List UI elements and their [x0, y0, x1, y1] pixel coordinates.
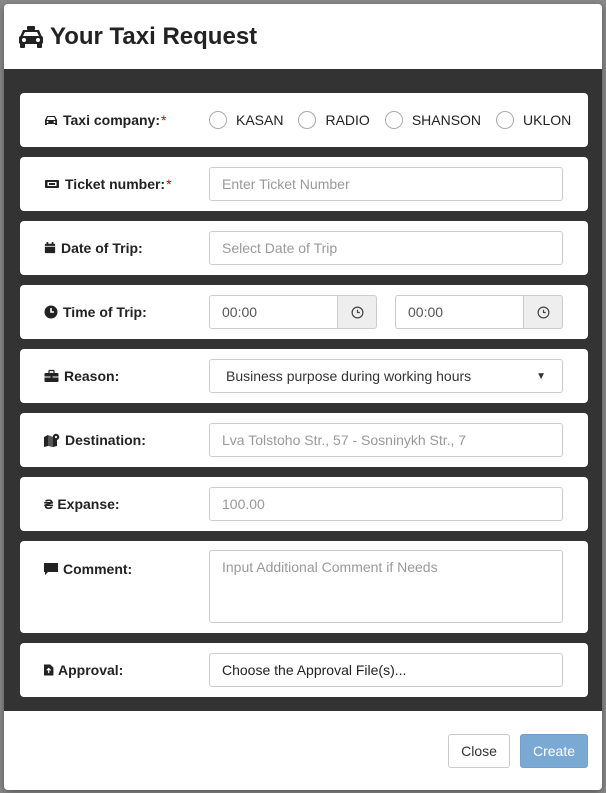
clock-icon [351, 306, 363, 318]
calendar-icon [44, 242, 56, 254]
ticket-number-row: Ticket number: * [20, 157, 588, 211]
ticket-icon [45, 180, 59, 188]
date-of-trip-input[interactable] [209, 231, 563, 265]
radio-radio[interactable]: RADIO [298, 111, 370, 129]
radio-shanson-circle[interactable] [384, 111, 403, 129]
reason-label: Reason: [20, 368, 209, 384]
file-upload-icon [44, 664, 54, 676]
car-icon [45, 116, 57, 125]
briefcase-icon [44, 369, 59, 382]
radio-kasan-circle[interactable] [209, 111, 227, 129]
time-to-input[interactable]: 00:00 [395, 295, 523, 329]
comment-label-text: Comment: [63, 561, 133, 577]
comment-label: Comment: [20, 541, 209, 577]
comment-icon [44, 563, 58, 575]
time-from-group: 00:00 [209, 295, 377, 329]
time-of-trip-label: Time of Trip: [20, 304, 209, 320]
radio-shanson[interactable]: SHANSON [384, 111, 482, 129]
modal-title: Your Taxi Request [18, 23, 257, 51]
reason-label-text: Reason: [64, 368, 120, 384]
ticket-number-label: Ticket number: * [20, 176, 209, 192]
time-of-trip-row: Time of Trip: 00:00 00:00 [20, 285, 588, 339]
time-to-group: 00:00 [395, 295, 563, 329]
time-of-trip-label-text: Time of Trip: [63, 304, 147, 320]
hryvnia-icon: ₴ [44, 496, 54, 512]
taxi-company-label: Taxi company: * [20, 112, 209, 128]
destination-label: Destination: [20, 432, 209, 448]
modal-header: Your Taxi Request [4, 4, 602, 69]
comment-textarea[interactable] [209, 550, 563, 623]
taxi-company-row: Taxi company: * KASAN RADIO SHANSON UKLON [20, 93, 588, 147]
approval-file-picker[interactable]: Choose the Approval File(s)... [209, 653, 563, 687]
taxi-request-modal: Your Taxi Request Taxi company: * KASAN R… [4, 4, 602, 790]
approval-row: Approval: Choose the Approval File(s)... [20, 643, 588, 697]
destination-row: Destination: [20, 413, 588, 467]
taxi-company-label-text: Taxi company: [63, 112, 160, 128]
radio-shanson-label: SHANSON [411, 112, 482, 128]
required-mark: * [161, 112, 167, 128]
taxi-icon [19, 25, 43, 48]
close-button[interactable]: Close [448, 733, 510, 768]
radio-radio-circle[interactable] [298, 111, 317, 129]
time-from-input[interactable]: 00:00 [209, 295, 337, 329]
clock-icon [44, 305, 58, 319]
chevron-down-icon: ▼ [536, 370, 546, 382]
expanse-row: ₴ Expanse: [20, 477, 588, 531]
map-marker-icon [44, 433, 60, 447]
approval-label: Approval: [20, 662, 209, 678]
reason-select[interactable]: Business purpose during working hours ▼ [209, 359, 563, 393]
modal-title-text: Your Taxi Request [50, 22, 258, 50]
expanse-label-text: Expanse: [57, 496, 120, 512]
radio-kasan-label: KASAN [236, 112, 284, 128]
radio-uklon[interactable]: UKLON [496, 111, 571, 129]
expanse-label: ₴ Expanse: [20, 496, 209, 512]
modal-footer: Close Create [4, 711, 602, 790]
comment-row: Comment: [20, 541, 588, 633]
taxi-company-radio-group: KASAN RADIO SHANSON UKLON [209, 111, 571, 129]
reason-selected-value: Business purpose during working hours [226, 368, 472, 384]
destination-input[interactable] [209, 423, 563, 457]
date-of-trip-row: Date of Trip: [20, 221, 588, 275]
create-button[interactable]: Create [520, 733, 588, 768]
required-mark: * [166, 176, 172, 192]
approval-label-text: Approval: [58, 662, 124, 678]
ticket-number-input[interactable] [209, 167, 563, 201]
radio-uklon-label: UKLON [523, 112, 572, 128]
radio-uklon-circle[interactable] [496, 111, 515, 129]
ticket-number-label-text: Ticket number: [65, 176, 166, 192]
time-to-picker-button[interactable] [523, 295, 563, 329]
destination-label-text: Destination: [65, 432, 146, 448]
radio-kasan[interactable]: KASAN [209, 111, 283, 129]
expanse-input[interactable] [209, 487, 563, 521]
date-of-trip-label-text: Date of Trip: [61, 240, 143, 256]
time-from-picker-button[interactable] [337, 295, 377, 329]
radio-radio-label: RADIO [325, 112, 370, 128]
clock-icon [537, 306, 549, 318]
date-of-trip-label: Date of Trip: [20, 240, 209, 256]
reason-row: Reason: Business purpose during working … [20, 349, 588, 403]
modal-body: Taxi company: * KASAN RADIO SHANSON UKLON… [4, 69, 602, 711]
